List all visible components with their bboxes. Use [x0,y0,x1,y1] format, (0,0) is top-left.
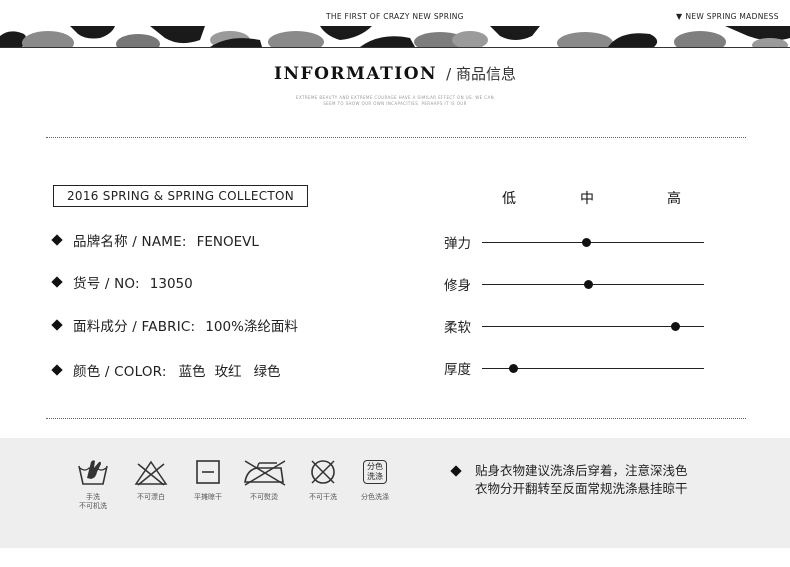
care-note-line-2: 衣物分开翻转至反面常规洗涤悬挂晾干 [475,481,688,496]
care-item-no-iron: 不可熨烫 [234,458,294,502]
rating-marker [584,280,594,289]
collection-label: 2016 SPRING & SPRING COLLECTON [53,185,308,207]
bullet-icon [51,234,63,246]
spec-label: 品牌名称 / NAME: [73,234,187,250]
rating-elasticity: 弹力 [444,232,706,252]
care-note-line-1: 贴身衣物建议洗涤后穿着，注意深浅色 [475,463,688,478]
header-right-label: NEW SPRING MADNESS [685,12,779,21]
spec-label: 货号 / NO: [73,276,140,292]
camouflage-pattern [0,26,790,47]
section-title-en: INFORMATION [274,64,438,84]
care-caption: 分色洗涤 [361,493,389,501]
bullet-icon [51,276,63,288]
header-right: ▼ NEW SPRING MADNESS [676,12,779,21]
rating-label: 修身 [444,278,471,294]
rating-label: 弹力 [444,236,471,252]
spec-color-value: 绿色 [253,364,281,380]
care-item-separate-wash: 分色 洗涤 分色洗涤 [345,458,405,502]
spec-name: 品牌名称 / NAME: FENOEVL [51,230,259,250]
no-iron-icon [244,460,286,486]
care-item-flat-dry: 平摊晾干 [178,458,238,502]
hand-wash-icon [78,460,108,485]
separate-wash-icon: 分色 洗涤 [363,460,387,484]
spec-label: 面料成分 / FABRIC: [73,319,196,335]
spec-label: 颜色 / COLOR: [73,364,167,380]
spec-fabric: 面料成分 / FABRIC: 100%涤纶面料 [51,315,298,335]
rating-fit: 修身 [444,274,706,294]
scale-low: 低 [502,191,516,207]
rating-track [482,242,704,243]
spec-value: FENOEVL [196,234,259,250]
header-tagline: THE FIRST OF CRAZY NEW SPRING [326,12,464,21]
no-bleach-icon [134,460,168,486]
bullet-icon [51,319,63,331]
dotted-divider-top [46,137,746,138]
spec-value: 13050 [149,276,193,292]
care-note: 贴身衣物建议洗涤后穿着，注意深浅色 衣物分开翻转至反面常规洗涤悬挂晾干 [450,462,688,498]
camouflage-banner [0,26,790,47]
fine-print-line-2: SEEM TO SHOW OUR OWN INCAPACITIES. PERHA… [323,101,467,106]
badge-text: 分色 [367,462,383,471]
fine-print-line-1: EXTREME BEAUTY AND EXTREME COURAGE HAVE … [296,95,494,100]
rating-label: 柔软 [444,320,471,336]
section-title: INFORMATION / 商品信息 [0,63,790,84]
care-caption: 不可熨烫 [250,493,278,501]
rating-softness: 柔软 [444,316,706,336]
rating-marker [508,364,518,373]
scale-high: 高 [667,191,681,207]
triangle-down-icon: ▼ [676,12,683,21]
bullet-icon [51,364,63,376]
rating-thickness: 厚度 [444,358,706,378]
care-caption: 不可干洗 [309,493,337,501]
spec-value: 100%涤纶面料 [205,319,298,335]
section-title-zh: / 商品信息 [446,65,516,83]
rating-marker [670,322,680,331]
spec-number: 货号 / NO: 13050 [51,272,193,292]
banner-rule [0,47,790,48]
care-item-hand-wash: 手洗 不可机洗 [63,458,123,511]
care-caption: 平摊晾干 [194,493,222,501]
flat-dry-icon [196,460,220,484]
rating-marker [581,238,591,247]
rating-label: 厚度 [444,362,471,378]
spec-color-value: 玫红 [214,364,242,380]
no-dry-clean-icon [311,460,335,484]
care-item-no-bleach: 不可漂白 [121,458,181,502]
care-caption: 不可机洗 [79,502,107,510]
dotted-divider-bottom [46,418,746,419]
care-caption: 手洗 [86,493,100,501]
spec-color: 颜色 / COLOR: 蓝色 玫红 绿色 [51,360,281,380]
badge-text: 洗涤 [367,472,383,481]
scale-mid: 中 [580,191,594,207]
care-item-no-dry-clean: 不可干洗 [293,458,353,502]
spec-color-value: 蓝色 [178,364,206,380]
care-caption: 不可漂白 [137,493,165,501]
